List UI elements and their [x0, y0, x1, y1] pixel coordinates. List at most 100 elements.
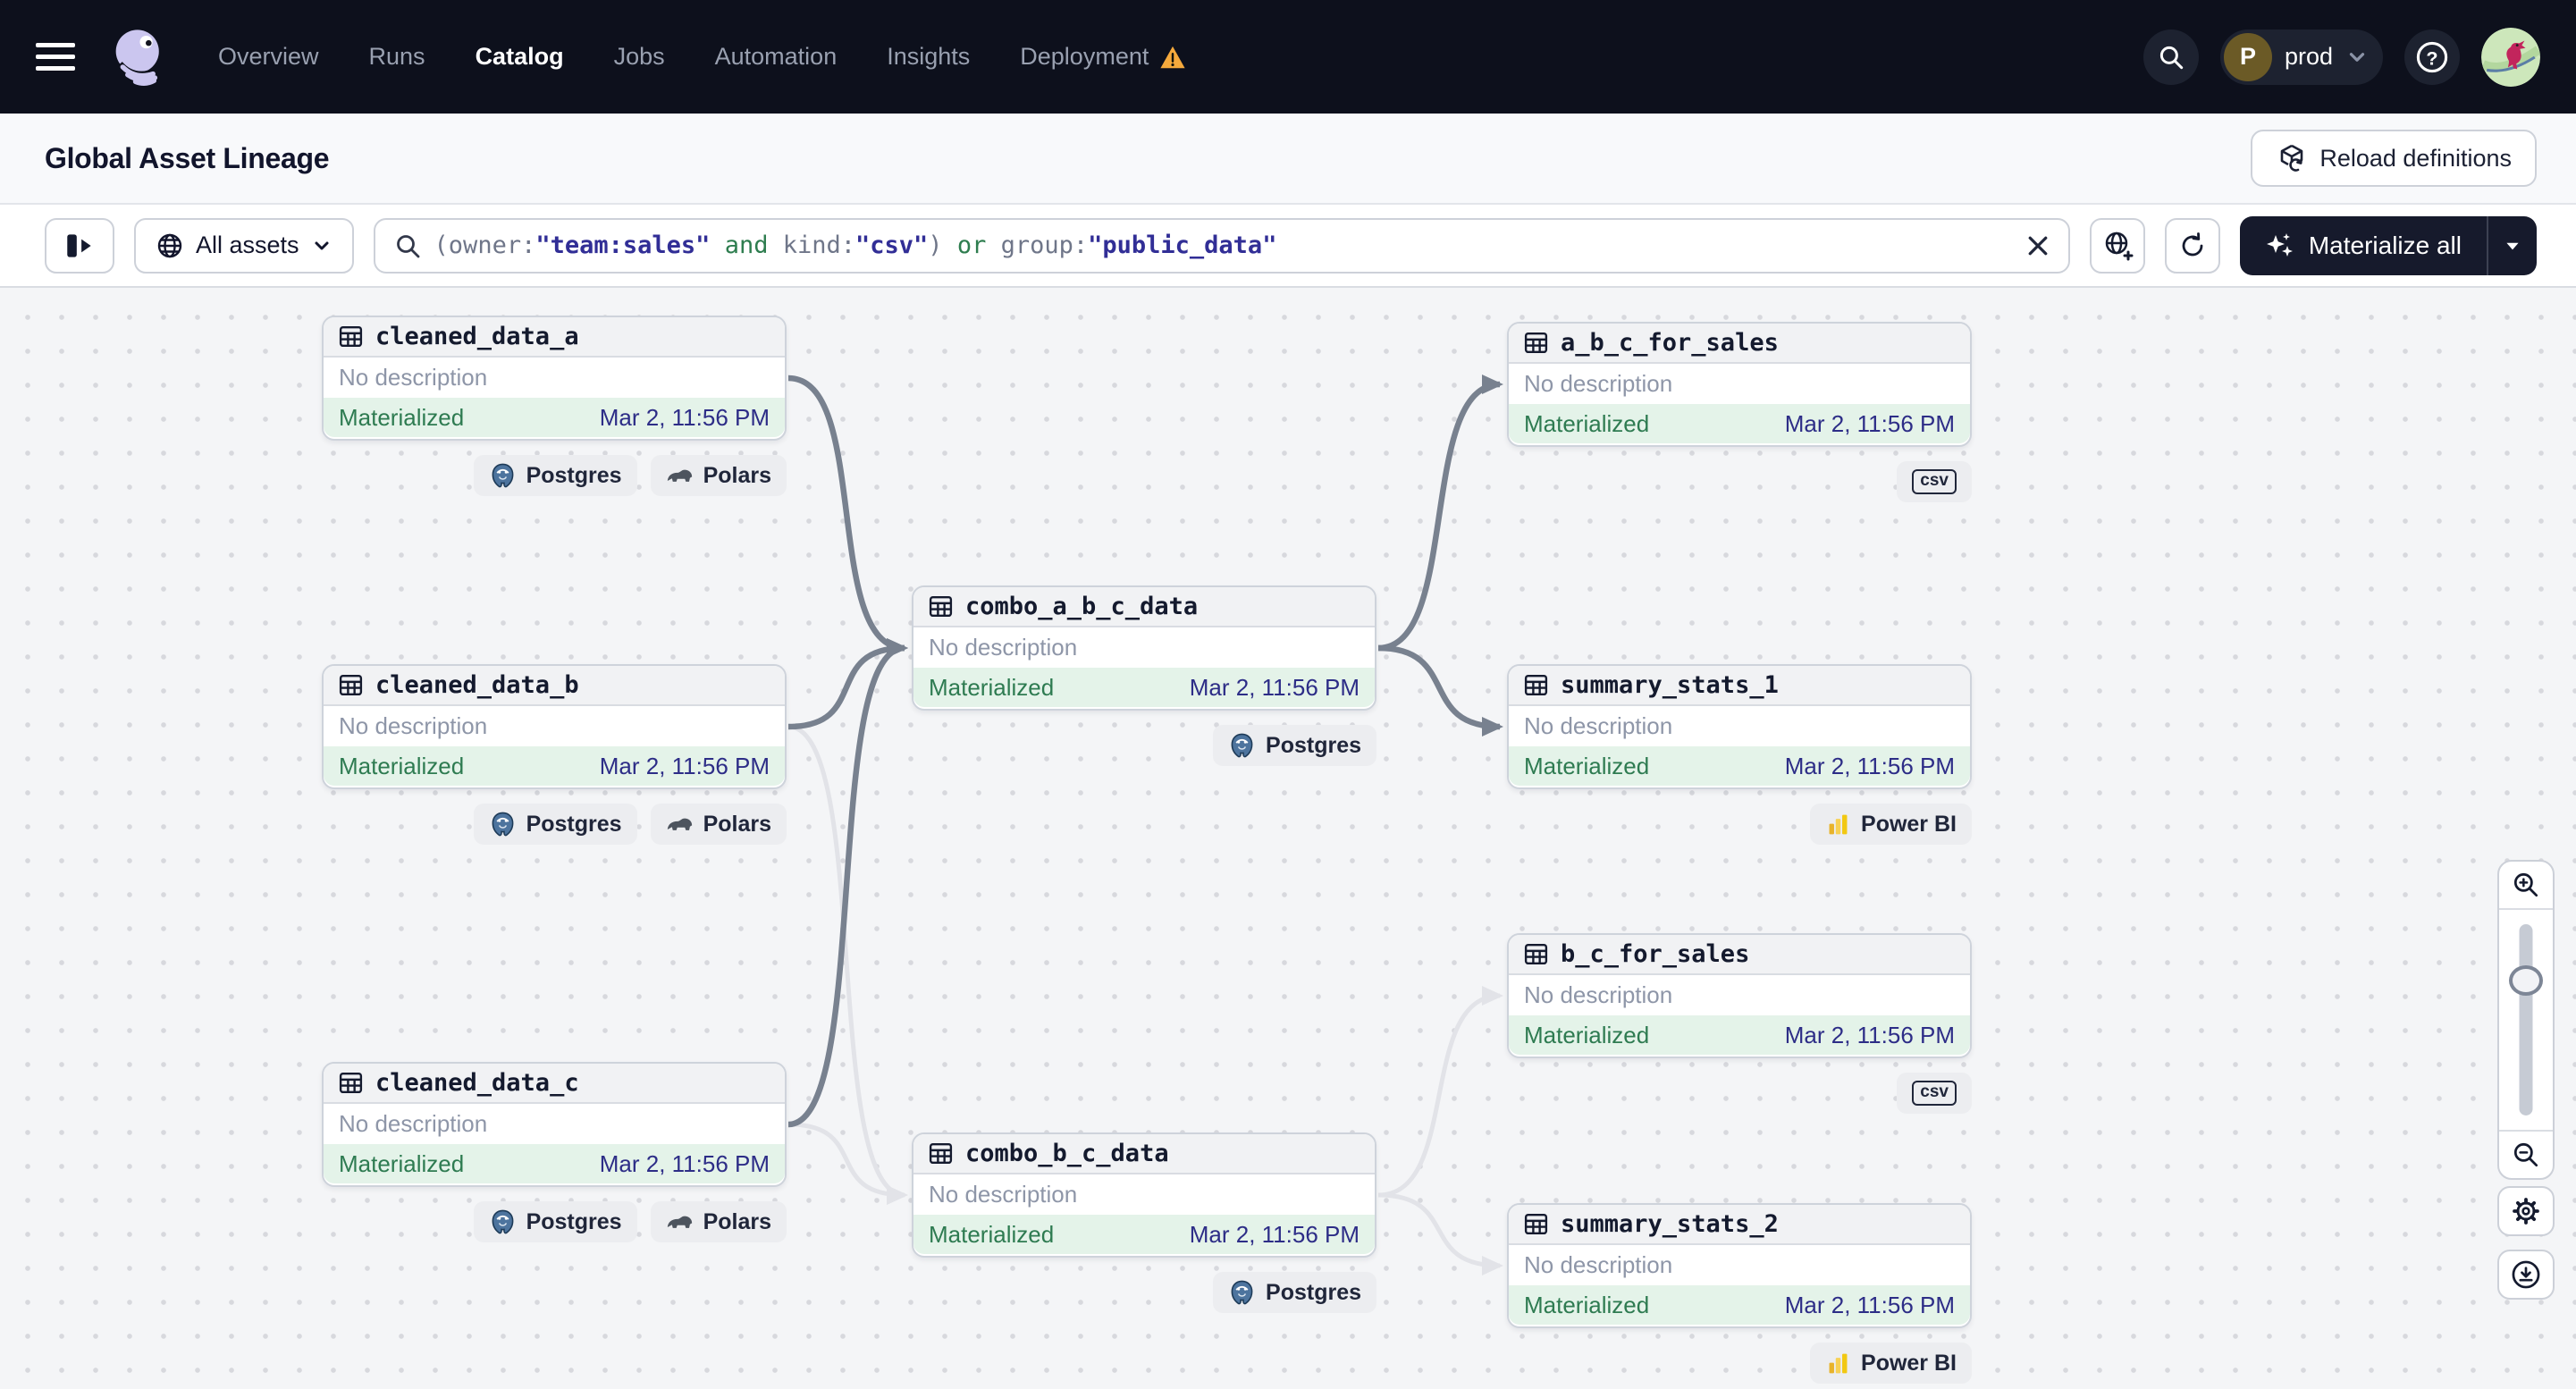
asset-name: b_c_for_sales [1561, 940, 1750, 968]
asset-node-combo_b_c_data[interactable]: combo_b_c_data No description Materialized… [912, 1132, 1376, 1258]
asset-node-header[interactable]: combo_b_c_data [913, 1134, 1375, 1174]
lineage-toolbar: All assets (owner:"team:sales" and kind:… [0, 205, 2576, 288]
kind-tag-polars[interactable]: Polars [650, 804, 787, 845]
nav-item-jobs[interactable]: Jobs [614, 43, 665, 71]
asset-node-summary_stats_1[interactable]: summary_stats_1 No description Materialize… [1507, 664, 1972, 789]
user-avatar[interactable] [2481, 27, 2540, 87]
materialize-all-label: Materialize all [2308, 231, 2462, 259]
kind-tag-postgres[interactable]: Postgres [1213, 1272, 1376, 1313]
kind-tag-postgres[interactable]: Postgres [473, 1201, 637, 1242]
materialization-timestamp[interactable]: Mar 2, 11:56 PM [1190, 674, 1360, 702]
asset-node-header[interactable]: a_b_c_for_sales [1509, 324, 1970, 364]
asset-node-header[interactable]: b_c_for_sales [1509, 935, 1970, 975]
kind-tag-power-bi[interactable]: Power BI [1810, 1343, 1972, 1384]
nav-item-catalog[interactable]: Catalog [476, 43, 564, 71]
filter-to-selection-button[interactable] [2089, 217, 2145, 274]
materialize-all-button[interactable]: Materialize all [2239, 215, 2537, 275]
asset-node-header[interactable]: cleaned_data_c [324, 1064, 785, 1104]
zoom-out-button[interactable] [2499, 1130, 2553, 1178]
materialize-all-main[interactable]: Materialize all [2240, 216, 2487, 275]
asset-search-input[interactable]: (owner:"team:sales" and kind:"csv") or g… [373, 217, 2070, 274]
asset-scope-dropdown[interactable]: All assets [134, 217, 354, 274]
lineage-edge-combo_a_b_c_data-to-summary_stats_1 [1377, 644, 1503, 737]
table-icon [339, 325, 363, 348]
nav-item-deployment[interactable]: Deployment [1020, 43, 1186, 71]
asset-node-header[interactable]: summary_stats_2 [1509, 1205, 1970, 1245]
nav-item-insights[interactable]: Insights [887, 43, 970, 71]
asset-node-cleaned_data_b[interactable]: cleaned_data_b No description Materialized… [322, 664, 787, 789]
refresh-button[interactable] [2164, 217, 2220, 274]
kind-tag-postgres[interactable]: Postgres [473, 455, 637, 496]
warning-icon [1160, 46, 1185, 68]
asset-description: No description [339, 712, 488, 739]
refresh-icon [2182, 232, 2203, 256]
asset-node-header[interactable]: combo_a_b_c_data [913, 587, 1375, 627]
kind-tag-polars[interactable]: Polars [650, 455, 787, 496]
nav-item-overview[interactable]: Overview [218, 43, 319, 71]
zoom-in-button[interactable] [2499, 862, 2553, 910]
materialization-timestamp[interactable]: Mar 2, 11:56 PM [1785, 1022, 1955, 1049]
postgres-icon [492, 1209, 513, 1233]
asset-node-summary_stats_2[interactable]: summary_stats_2 No description Materialize… [1507, 1203, 1972, 1328]
table-icon [339, 674, 363, 696]
materialization-timestamp[interactable]: Mar 2, 11:56 PM [1190, 1221, 1360, 1249]
clear-search-icon[interactable] [2022, 230, 2054, 262]
asset-tags-cleaned_data_b: Postgres Polars [322, 804, 787, 845]
dagster-logo-icon[interactable] [109, 26, 172, 88]
powerbi-icon [1829, 1353, 1848, 1373]
help-button[interactable]: ? [2404, 29, 2460, 85]
kind-tag-csv[interactable]: csv [1897, 1073, 1972, 1114]
materialization-timestamp[interactable]: Mar 2, 11:56 PM [600, 404, 770, 432]
asset-name: combo_a_b_c_data [965, 593, 1199, 620]
nav-item-automation[interactable]: Automation [715, 43, 838, 71]
download-image-button[interactable] [2497, 1250, 2555, 1300]
kind-tag-power-bi[interactable]: Power BI [1810, 804, 1972, 845]
nav-item-runs[interactable]: Runs [369, 43, 425, 71]
polars-icon [667, 469, 692, 482]
query-segment-value: "team:sales" [535, 232, 711, 259]
deployment-switcher[interactable]: P prod [2219, 29, 2383, 85]
materialization-timestamp[interactable]: Mar 2, 11:56 PM [1785, 753, 1955, 780]
kind-tag-label: Postgres [526, 1208, 622, 1234]
materialization-timestamp[interactable]: Mar 2, 11:56 PM [1785, 410, 1955, 438]
open-sidebar-button[interactable] [45, 217, 114, 274]
kind-tag-label: Postgres [1266, 732, 1361, 758]
search-query[interactable]: (owner:"team:sales" and kind:"csv") or g… [434, 232, 1277, 259]
hamburger-menu-icon[interactable] [36, 43, 75, 71]
asset-node-b_c_for_sales[interactable]: b_c_for_sales No description Materialized M… [1507, 933, 1972, 1058]
lineage-graph-canvas[interactable]: cleaned_data_a No description Materialized… [0, 288, 2576, 1389]
kind-tag-postgres[interactable]: Postgres [473, 804, 637, 845]
materialization-timestamp[interactable]: Mar 2, 11:56 PM [1785, 1292, 1955, 1319]
asset-description: No description [1524, 1251, 1673, 1278]
asset-status-row: Materialized Mar 2, 11:56 PM [913, 668, 1375, 707]
asset-node-a_b_c_for_sales[interactable]: a_b_c_for_sales No description Materialize… [1507, 322, 1972, 447]
graph-settings-button[interactable] [2497, 1186, 2555, 1236]
asset-name: cleaned_data_a [375, 323, 579, 350]
kind-tag-label: Postgres [526, 811, 622, 837]
kind-tag-csv[interactable]: csv [1897, 461, 1972, 502]
asset-node-cleaned_data_c[interactable]: cleaned_data_c No description Materialized… [322, 1062, 787, 1187]
zoom-slider-thumb[interactable] [2509, 965, 2543, 996]
asset-description: No description [929, 1181, 1078, 1208]
reload-definitions-button[interactable]: Reload definitions [2251, 130, 2537, 187]
kind-tag-polars[interactable]: Polars [650, 1201, 787, 1242]
materialization-timestamp[interactable]: Mar 2, 11:56 PM [600, 753, 770, 780]
zoom-slider[interactable] [2499, 910, 2553, 1130]
materialize-options-caret[interactable] [2488, 216, 2537, 275]
asset-status-row: Materialized Mar 2, 11:56 PM [913, 1215, 1375, 1254]
asset-tags-a_b_c_for_sales: csv [1507, 461, 1972, 502]
kind-tag-postgres[interactable]: Postgres [1213, 725, 1376, 766]
zoom-slider-track[interactable] [2519, 924, 2533, 1115]
asset-description: No description [929, 634, 1078, 661]
asset-tags-combo_b_c_data: Postgres [912, 1272, 1376, 1313]
nav-right-group: P prod ? [2142, 27, 2540, 87]
asset-node-header[interactable]: cleaned_data_b [324, 666, 785, 706]
materialization-timestamp[interactable]: Mar 2, 11:56 PM [600, 1150, 770, 1178]
postgres-icon [492, 812, 513, 836]
asset-node-header[interactable]: cleaned_data_a [324, 317, 785, 358]
search-button[interactable] [2142, 29, 2199, 85]
nav-item-label: Catalog [475, 43, 564, 70]
asset-node-combo_a_b_c_data[interactable]: combo_a_b_c_data No description Materializ… [912, 585, 1376, 711]
asset-node-header[interactable]: summary_stats_1 [1509, 666, 1970, 706]
asset-node-cleaned_data_a[interactable]: cleaned_data_a No description Materialized… [322, 316, 787, 441]
